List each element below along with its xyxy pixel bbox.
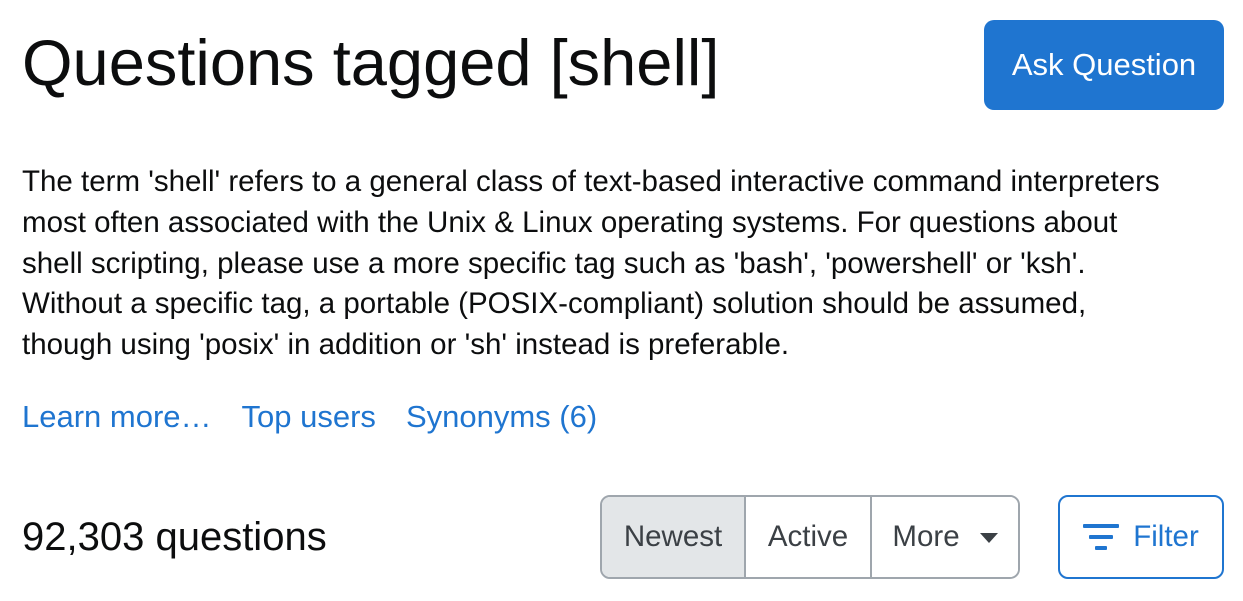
tag-description: The term 'shell' refers to a general cla… — [22, 165, 1160, 362]
synonyms-link[interactable]: Synonyms (6) — [406, 396, 597, 438]
filter-button[interactable]: Filter — [1058, 495, 1224, 579]
sort-tab-newest[interactable]: Newest — [602, 497, 746, 577]
page-title: Questions tagged [shell] — [22, 26, 720, 99]
tag-links: Learn more… Top users Synonyms (6) — [22, 396, 597, 438]
filter-icon — [1083, 524, 1120, 550]
sort-tab-more[interactable]: More — [872, 497, 1018, 577]
filter-label: Filter — [1133, 520, 1199, 553]
sort-tab-more-label: More — [892, 520, 960, 553]
sort-tab-active[interactable]: Active — [746, 497, 872, 577]
question-count: 92,303 questions — [22, 515, 327, 559]
top-users-link[interactable]: Top users — [242, 396, 376, 438]
page-header: Questions tagged [shell] Ask Question — [22, 20, 1224, 110]
ask-question-button[interactable]: Ask Question — [984, 20, 1224, 110]
learn-more-link[interactable]: Learn more… — [22, 396, 212, 438]
chevron-down-icon — [979, 533, 998, 543]
sort-tabs: Newest Active More — [600, 495, 1020, 579]
